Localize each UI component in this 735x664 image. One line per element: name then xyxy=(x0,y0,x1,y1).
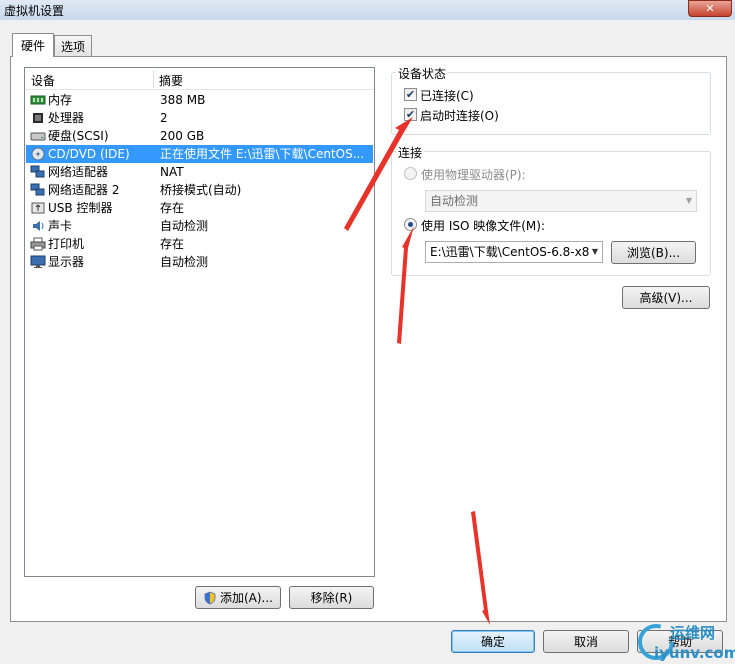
device-summary: 存在 xyxy=(160,201,185,215)
connected-label[interactable]: 已连接(C) xyxy=(420,87,474,104)
device-row[interactable]: USB 控制器 存在 xyxy=(26,199,373,217)
title-bar: 虚拟机设置 ✕ xyxy=(0,0,735,20)
device-row[interactable]: 网络适配器 NAT xyxy=(26,163,373,181)
display-icon xyxy=(30,255,46,268)
device-row[interactable]: CD/DVD (IDE) 正在使用文件 E:\迅雷\下载\CentOS... xyxy=(26,145,373,163)
chevron-down-icon: ▼ xyxy=(685,196,692,205)
physical-drive-label[interactable]: 使用物理驱动器(P): xyxy=(421,166,526,183)
watermark-text: 运维网 xyxy=(670,624,716,642)
device-row[interactable]: 显示器 自动检测 xyxy=(26,253,373,271)
browse-button[interactable]: 浏览(B)... xyxy=(611,241,696,264)
chevron-down-icon[interactable]: ▼ xyxy=(592,242,598,262)
close-icon: ✕ xyxy=(705,2,715,15)
device-summary: 自动检测 xyxy=(160,219,209,233)
device-summary: 200 GB xyxy=(160,129,205,143)
device-row[interactable]: 网络适配器 2 桥接模式(自动) xyxy=(26,181,373,199)
network-adapter-icon xyxy=(30,165,45,178)
cd-dvd-icon xyxy=(31,147,45,161)
iso-image-label[interactable]: 使用 ISO 映像文件(M): xyxy=(421,217,545,234)
tab-options-label: 选项 xyxy=(60,40,85,54)
iso-path-combo[interactable]: E:\迅雷\下载\CentOS-6.8-x8 ▼ xyxy=(425,241,603,263)
processor-icon xyxy=(33,113,43,123)
column-separator[interactable] xyxy=(153,70,154,88)
memory-icon xyxy=(30,95,46,105)
ok-button-label: 确定 xyxy=(480,635,505,649)
device-summary: 正在使用文件 E:\迅雷\下载\CentOS... xyxy=(160,147,365,161)
device-summary: 桥接模式(自动) xyxy=(160,183,242,197)
check-icon: ✔ xyxy=(405,108,416,121)
device-summary: 存在 xyxy=(160,237,185,251)
device-name: USB 控制器 xyxy=(48,201,113,215)
close-button[interactable]: ✕ xyxy=(688,0,732,17)
connect-at-power-on-checkbox[interactable]: ✔ xyxy=(404,108,417,121)
tab-hardware[interactable]: 硬件 xyxy=(12,33,54,57)
cancel-button-label: 取消 xyxy=(573,635,598,649)
add-button-label: 添加(A)... xyxy=(219,591,274,605)
device-name: 内存 xyxy=(48,93,73,107)
connected-checkbox[interactable]: ✔ xyxy=(404,88,417,101)
advanced-button-label: 高级(V)... xyxy=(639,291,693,305)
device-name: 打印机 xyxy=(48,237,85,251)
device-name: 处理器 xyxy=(48,111,85,125)
network-adapter-icon xyxy=(30,183,45,196)
device-name: 硬盘(SCSI) xyxy=(48,129,109,143)
physical-drive-select[interactable]: 自动检测 ▼ xyxy=(425,190,697,212)
iso-image-radio[interactable] xyxy=(404,218,417,231)
tab-options[interactable]: 选项 xyxy=(54,35,92,57)
tab-hardware-label: 硬件 xyxy=(20,39,45,53)
watermark-url: iyunv.com xyxy=(654,644,735,662)
list-header: 设备 摘要 xyxy=(25,68,374,90)
usb-icon xyxy=(31,202,45,214)
device-summary: 2 xyxy=(160,111,168,125)
shield-icon xyxy=(204,591,216,604)
window-title: 虚拟机设置 xyxy=(4,4,65,18)
device-row[interactable]: 内存 388 MB xyxy=(26,91,373,109)
sound-card-icon xyxy=(33,221,44,231)
device-name: 显示器 xyxy=(48,255,85,269)
physical-drive-select-value: 自动检测 xyxy=(430,194,479,208)
remove-button-label: 移除(R) xyxy=(310,591,353,605)
device-row[interactable]: 打印机 存在 xyxy=(26,235,373,253)
printer-icon xyxy=(30,237,46,251)
column-header-summary[interactable]: 摘要 xyxy=(159,72,183,89)
device-list[interactable]: 设备 摘要 内存 388 MB 处理器 2 硬盘(SCSI) 200 GB CD/DVD (… xyxy=(24,67,375,577)
browse-button-label: 浏览(B)... xyxy=(626,246,681,260)
iso-path-value: E:\迅雷\下载\CentOS-6.8-x8 xyxy=(430,245,590,259)
device-row[interactable]: 声卡 自动检测 xyxy=(26,217,373,235)
cancel-button[interactable]: 取消 xyxy=(543,630,629,653)
column-header-device[interactable]: 设备 xyxy=(31,72,55,89)
ok-button[interactable]: 确定 xyxy=(451,630,535,653)
device-name: CD/DVD (IDE) xyxy=(48,147,130,161)
device-summary: 388 MB xyxy=(160,93,206,107)
connection-title: 连接 xyxy=(396,144,425,161)
device-row[interactable]: 处理器 2 xyxy=(26,109,373,127)
device-summary: NAT xyxy=(160,165,184,179)
remove-button[interactable]: 移除(R) xyxy=(289,586,374,609)
connect-at-power-on-label[interactable]: 启动时连接(O) xyxy=(420,107,499,124)
device-name: 网络适配器 2 xyxy=(48,183,120,197)
check-icon: ✔ xyxy=(405,88,416,101)
physical-drive-radio[interactable] xyxy=(404,167,417,180)
device-summary: 自动检测 xyxy=(160,255,209,269)
advanced-button[interactable]: 高级(V)... xyxy=(622,286,710,309)
watermark: 运维网 iyunv.com xyxy=(636,620,735,664)
device-name: 声卡 xyxy=(48,219,73,233)
hard-disk-icon xyxy=(30,132,46,141)
device-status-title: 设备状态 xyxy=(396,65,449,82)
device-row[interactable]: 硬盘(SCSI) 200 GB xyxy=(26,127,373,145)
device-name: 网络适配器 xyxy=(48,165,109,179)
add-button[interactable]: 添加(A)... xyxy=(195,586,281,609)
